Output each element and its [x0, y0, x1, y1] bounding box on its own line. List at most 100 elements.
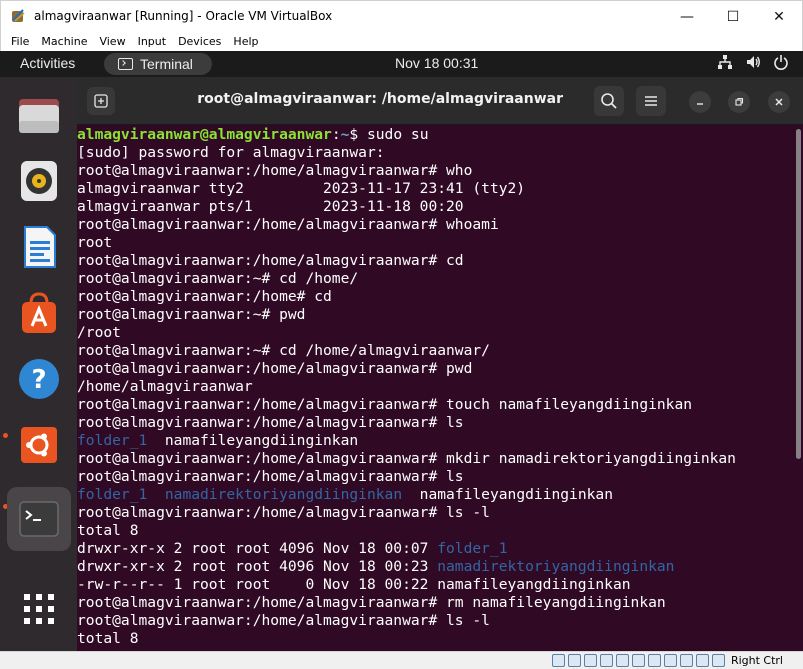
terminal-line: drwxr-xr-x 2 root root 4096 Nov 18 00:23… — [77, 558, 795, 576]
terminal-line: [sudo] password for almagviraanwar: — [77, 144, 795, 162]
terminal-line: almagviraanwar@almagviraanwar:~$ sudo su — [77, 126, 795, 144]
usb-icon[interactable] — [615, 654, 629, 667]
gnome-top-bar: Activities Terminal Nov 18 00:31 — [0, 51, 803, 77]
terminal-text: total 8 — [77, 522, 139, 539]
terminal-text: namafileyangdiinginkan — [147, 432, 359, 449]
dock-help[interactable]: ? — [7, 347, 71, 411]
terminal-line: root@almagviraanwar:/home# cd — [77, 288, 795, 306]
menu-devices[interactable]: Devices — [172, 35, 227, 48]
terminal-text: almagviraanwar pts/1 2023-11-18 00:20 — [77, 198, 464, 215]
clock[interactable]: Nov 18 00:31 — [395, 55, 478, 71]
app-menu-label: Terminal — [140, 56, 193, 72]
mouse-icon[interactable] — [679, 654, 693, 667]
minimize-button[interactable]: — — [664, 1, 710, 32]
app-menu-terminal[interactable]: Terminal — [104, 53, 212, 75]
terminal-text: root@almagviraanwar:/home/almagviraanwar… — [77, 396, 693, 413]
menu-help[interactable]: Help — [227, 35, 264, 48]
directory-name: folder_1 — [437, 540, 508, 557]
terminal-line: root@almagviraanwar:/home/almagviraanwar… — [77, 594, 795, 612]
terminal-text: root@almagviraanwar:~# cd /home/almagvir… — [77, 342, 490, 359]
network-icon[interactable] — [599, 654, 613, 667]
dock-ubuntu[interactable] — [7, 413, 71, 477]
terminal-text: almagviraanwar tty2 2023-11-17 23:41 (tt… — [77, 180, 526, 197]
terminal-line: /root — [77, 324, 795, 342]
terminal-text: root — [77, 234, 113, 251]
directory-name: folder_1 — [77, 432, 148, 449]
display-icon[interactable] — [647, 654, 661, 667]
terminal-text: root@almagviraanwar:~# pwd — [77, 306, 306, 323]
dock-files[interactable] — [7, 83, 71, 147]
terminal-scrollbar[interactable] — [796, 129, 801, 459]
terminal-text: $ sudo su — [349, 126, 429, 143]
cpu-icon[interactable] — [695, 654, 709, 667]
terminal-line: folder_1 namadirektoriyangdiinginkan nam… — [77, 486, 795, 504]
dock-software[interactable] — [7, 281, 71, 345]
vbox-menubar: File Machine View Input Devices Help — [0, 31, 803, 51]
terminal-line: almagviraanwar tty2 2023-11-17 23:41 (tt… — [77, 180, 795, 198]
close-icon — [775, 98, 783, 106]
activities-button[interactable]: Activities — [20, 55, 75, 71]
ubuntu-icon — [21, 427, 57, 463]
terminal-line: root@almagviraanwar:/home/almagviraanwar… — [77, 360, 795, 378]
hamburger-menu-icon — [645, 96, 657, 106]
terminal-text: root@almagviraanwar:/home/almagviraanwar… — [77, 162, 473, 179]
recording-icon[interactable] — [663, 654, 677, 667]
shared-folder-icon[interactable] — [631, 654, 645, 667]
power-icon[interactable] — [773, 54, 789, 70]
terminal-icon — [19, 501, 59, 537]
dock-rhythmbox[interactable] — [7, 149, 71, 213]
search-button[interactable] — [594, 86, 624, 116]
terminal-text: root@almagviraanwar:/home/almagviraanwar… — [77, 216, 499, 233]
dock-writer[interactable] — [7, 215, 71, 279]
terminal-line: root@almagviraanwar:/home/almagviraanwar… — [77, 612, 795, 630]
virtualbox-app-icon — [10, 8, 26, 24]
terminal-text: root@almagviraanwar:/home/almagviraanwar… — [77, 450, 736, 467]
network-icon[interactable] — [717, 54, 733, 70]
terminal-text: root@almagviraanwar:/home# cd — [77, 288, 332, 305]
terminal-line: root@almagviraanwar:/home/almagviraanwar… — [77, 396, 795, 414]
audio-icon[interactable] — [583, 654, 597, 667]
terminal-text: root@almagviraanwar:/home/almagviraanwar… — [77, 360, 473, 377]
maximize-button[interactable]: ☐ — [710, 1, 756, 32]
restore-icon — [735, 97, 744, 106]
terminal-line: root@almagviraanwar:/home/almagviraanwar… — [77, 162, 795, 180]
terminal-text: : — [331, 126, 341, 143]
menu-machine[interactable]: Machine — [35, 35, 93, 48]
terminal-text: root@almagviraanwar:/home/almagviraanwar… — [77, 252, 464, 269]
dock-show-apps[interactable] — [7, 577, 71, 641]
terminal-window[interactable]: root@almagviraanwar: /home/almagviraanwa… — [77, 77, 803, 651]
terminal-line: root@almagviraanwar:~# cd /home/almagvir… — [77, 342, 795, 360]
menu-button[interactable] — [636, 86, 666, 116]
keyboard-icon[interactable] — [711, 654, 725, 667]
menu-file[interactable]: File — [5, 35, 35, 48]
ubuntu-dock: ? — [0, 77, 77, 651]
terminal-text: [sudo] password for almagviraanwar: — [77, 144, 385, 161]
menu-view[interactable]: View — [93, 35, 131, 48]
optical-icon[interactable] — [567, 654, 581, 667]
guest-display[interactable]: Activities Terminal Nov 18 00:31 ? root@… — [0, 51, 803, 651]
terminal-text: root@almagviraanwar:~# cd /home/ — [77, 270, 359, 287]
terminal-line: folder_1 namafileyangdiinginkan — [77, 432, 795, 450]
software-center-icon — [22, 292, 56, 333]
terminal-line: root@almagviraanwar:/home/almagviraanwar… — [77, 468, 795, 486]
terminal-line: root@almagviraanwar:/home/almagviraanwar… — [77, 450, 795, 468]
close-terminal-button[interactable] — [768, 91, 790, 113]
hdd-icon[interactable] — [551, 654, 565, 667]
window-title: almagviraanwar [Running] - Oracle VM Vir… — [34, 9, 333, 23]
close-button[interactable]: ✕ — [756, 1, 802, 32]
terminal-text: total 8 — [77, 630, 139, 647]
libreoffice-writer-icon — [24, 226, 56, 268]
files-icon — [19, 99, 59, 133]
dock-terminal[interactable] — [7, 487, 71, 551]
menu-input[interactable]: Input — [132, 35, 172, 48]
terminal-text: root@almagviraanwar:/home/almagviraanwar… — [77, 468, 464, 485]
terminal-output[interactable]: almagviraanwar@almagviraanwar:~$ sudo su… — [77, 126, 795, 651]
terminal-line: total 8 — [77, 630, 795, 648]
terminal-text: /root — [77, 324, 121, 341]
maximize-terminal-button[interactable] — [728, 91, 750, 113]
host-key-label: Right Ctrl — [730, 654, 783, 667]
system-tray[interactable] — [717, 54, 789, 70]
volume-icon[interactable] — [745, 54, 761, 70]
minimize-terminal-button[interactable] — [689, 91, 711, 113]
